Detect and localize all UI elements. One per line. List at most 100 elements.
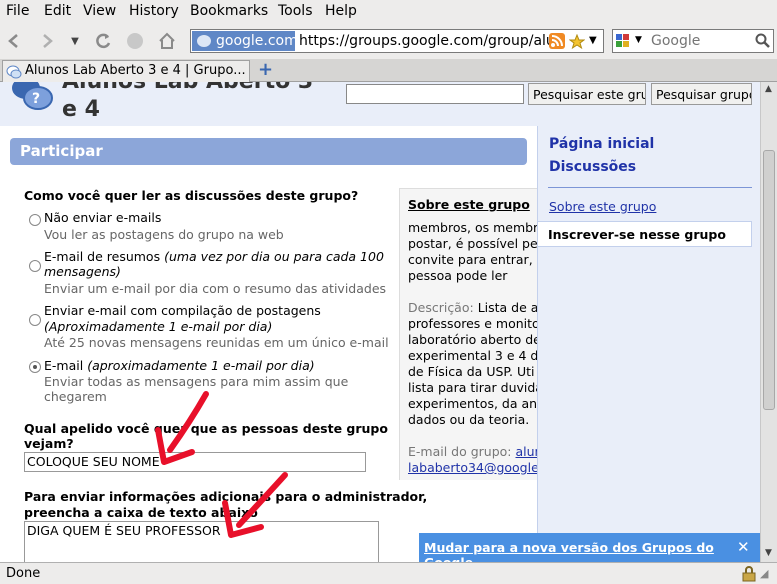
status-bar: Done ◢ (0, 562, 777, 584)
home-icon (159, 32, 175, 49)
about-group-box: Sobre este grupo membros, os membros pos… (399, 188, 537, 480)
menu-file[interactable]: File (6, 3, 29, 19)
reload-button[interactable] (92, 30, 114, 52)
about-group-link[interactable]: Sobre este grupo (549, 199, 656, 214)
option-digest-detail: (uma vez por dia ou para cada 100 (164, 249, 384, 264)
new-tab-button[interactable]: + (258, 59, 273, 80)
group-title: Alunos Lab Aberto 3 e 4 (62, 82, 322, 124)
reload-icon (96, 33, 111, 49)
lock-icon[interactable] (742, 566, 756, 582)
groups-logo-icon: ? (12, 82, 53, 110)
scrollbar-thumb[interactable] (763, 150, 775, 410)
menu-history[interactable]: History (129, 3, 179, 19)
site-favicon-icon (197, 35, 211, 47)
navigation-toolbar: ▼ google.com https://groups.google.com/g… (0, 22, 777, 59)
about-title: Sobre este grupo (408, 197, 530, 212)
groups-favicon-icon (6, 65, 22, 79)
option-abridged-label: Enviar e-mail com compilação de postagen… (44, 303, 321, 318)
about-desc-line: Descrição: Lista de alu (408, 300, 537, 315)
about-desc-line: experimentos, da anali (408, 396, 537, 411)
tab-title: Alunos Lab Aberto 3 e 4 | Grupo... (25, 63, 246, 78)
radio-no-email[interactable] (29, 214, 41, 226)
search-this-group-button[interactable]: Pesquisar este grup (528, 83, 646, 105)
back-arrow-icon (8, 34, 18, 48)
radio-email[interactable] (29, 361, 41, 373)
menu-bookmarks[interactable]: Bookmarks (190, 3, 268, 19)
nickname-question-line2: vejam? (24, 436, 74, 451)
tab-bar: Alunos Lab Aberto 3 e 4 | Grupo... + (0, 59, 777, 82)
switch-new-version-link[interactable]: Mudar para a nova versão dos Grupos do G… (424, 540, 760, 562)
google-engine-icon[interactable] (615, 33, 631, 49)
address-bar[interactable]: google.com https://groups.google.com/gro… (190, 29, 604, 53)
radio-digest[interactable] (29, 260, 41, 272)
about-desc-line: lista para tirar duvidas (408, 380, 537, 395)
red-arrow-annotation-2 (222, 472, 288, 538)
close-icon[interactable]: ✕ (737, 538, 750, 556)
menu-view[interactable]: View (83, 3, 116, 19)
participar-header: Participar (10, 138, 527, 165)
option-no-email-desc: Vou ler as postagens do grupo na web (44, 227, 284, 242)
menu-bar: File Edit View History Bookmarks Tools H… (0, 0, 777, 22)
about-email-line: E-mail do grupo: aluno (408, 444, 537, 460)
about-desc-line: experimental 3 e 4 do (408, 348, 537, 363)
search-input[interactable] (651, 31, 751, 51)
menu-tools[interactable]: Tools (278, 3, 313, 19)
forward-button[interactable] (36, 30, 58, 52)
about-line: convite para entrar, qu (408, 252, 537, 267)
scroll-down-icon[interactable]: ▼ (765, 548, 772, 558)
right-sidebar: Página inicial Discussões Sobre este gru… (537, 126, 760, 562)
about-desc-line: de Física da USP. Uti (408, 364, 535, 379)
home-button[interactable] (156, 30, 178, 52)
option-no-email-label: Não enviar e-mails (44, 210, 162, 225)
url-text[interactable]: https://groups.google.com/group/alunc (299, 33, 549, 49)
about-desc-line: professores e monitore (408, 316, 537, 331)
tab-alunos-lab[interactable]: Alunos Lab Aberto 3 e 4 | Grupo... (2, 60, 250, 82)
group-email-link[interactable]: aluno (516, 444, 538, 459)
read-mode-question: Como você quer ler as discussões deste g… (24, 188, 359, 203)
about-desc-line: laboratório aberto de fí (408, 332, 537, 347)
option-abridged-desc: Até 25 novas mensagens reunidas em um ún… (44, 335, 389, 350)
status-text: Done (6, 566, 41, 581)
home-page-link[interactable]: Página inicial (549, 136, 654, 152)
subscribe-group-item[interactable]: Inscrever-se nesse grupo (538, 221, 752, 247)
site-identity-button[interactable]: google.com (192, 31, 298, 51)
option-email-label: E-mail (aproximadamente 1 e-mail por dia… (44, 358, 315, 373)
svg-text:?: ? (32, 91, 40, 107)
page-content: ? Alunos Lab Aberto 3 e 4 Pesquisar este… (0, 82, 760, 562)
option-digest-label: E-mail de resumos (uma vez por dia ou pa… (44, 249, 384, 264)
option-digest-detail2: mensagens) (44, 264, 121, 279)
search-icon[interactable] (755, 33, 771, 49)
group-search-input[interactable] (346, 84, 524, 104)
engine-dropdown-icon[interactable]: ▼ (635, 35, 642, 45)
url-dropdown-icon[interactable]: ▼ (589, 35, 597, 46)
back-button[interactable] (4, 30, 26, 52)
group-title-line2: e 4 (62, 97, 100, 122)
about-line: membros, os membros (408, 220, 537, 235)
about-email-label: E-mail do grupo: (408, 444, 512, 459)
option-digest-desc: Enviar um e-mail por dia com o resumo da… (44, 281, 387, 296)
menu-edit[interactable]: Edit (44, 3, 71, 19)
option-email-desc2: chegarem (44, 389, 107, 404)
sidebar-divider (548, 187, 752, 188)
option-abridged-detail: (Aproximadamente 1 e-mail por dia) (44, 319, 273, 334)
about-desc-line: dados ou da teoria. (408, 412, 530, 427)
scroll-up-icon[interactable]: ▲ (765, 84, 772, 94)
group-header: ? Alunos Lab Aberto 3 e 4 Pesquisar este… (0, 82, 760, 126)
discussions-link[interactable]: Discussões (549, 159, 636, 175)
stop-button[interactable] (124, 30, 146, 52)
search-groups-button[interactable]: Pesquisar grupo (651, 83, 752, 105)
group-email-link-2[interactable]: lababerto34@googlegr (408, 460, 537, 476)
bookmark-star-icon[interactable] (569, 34, 585, 50)
radio-abridged[interactable] (29, 314, 41, 326)
about-line: pessoa pode ler (408, 268, 508, 283)
resize-grip-icon[interactable]: ◢ (760, 567, 768, 580)
menu-help[interactable]: Help (325, 3, 357, 19)
search-bar[interactable]: ▼ (612, 29, 774, 53)
vertical-scrollbar[interactable]: ▲ ▼ (760, 82, 777, 562)
history-dropdown-button[interactable]: ▼ (64, 30, 86, 52)
rss-feed-icon[interactable] (549, 33, 565, 49)
site-identity-label: google.com (216, 33, 298, 49)
additional-info-textarea[interactable]: DIGA QUEM É SEU PROFESSOR (24, 521, 379, 562)
option-email-detail: (aproximadamente 1 e-mail por dia) (87, 358, 315, 373)
red-arrow-annotation-1 (155, 391, 209, 465)
